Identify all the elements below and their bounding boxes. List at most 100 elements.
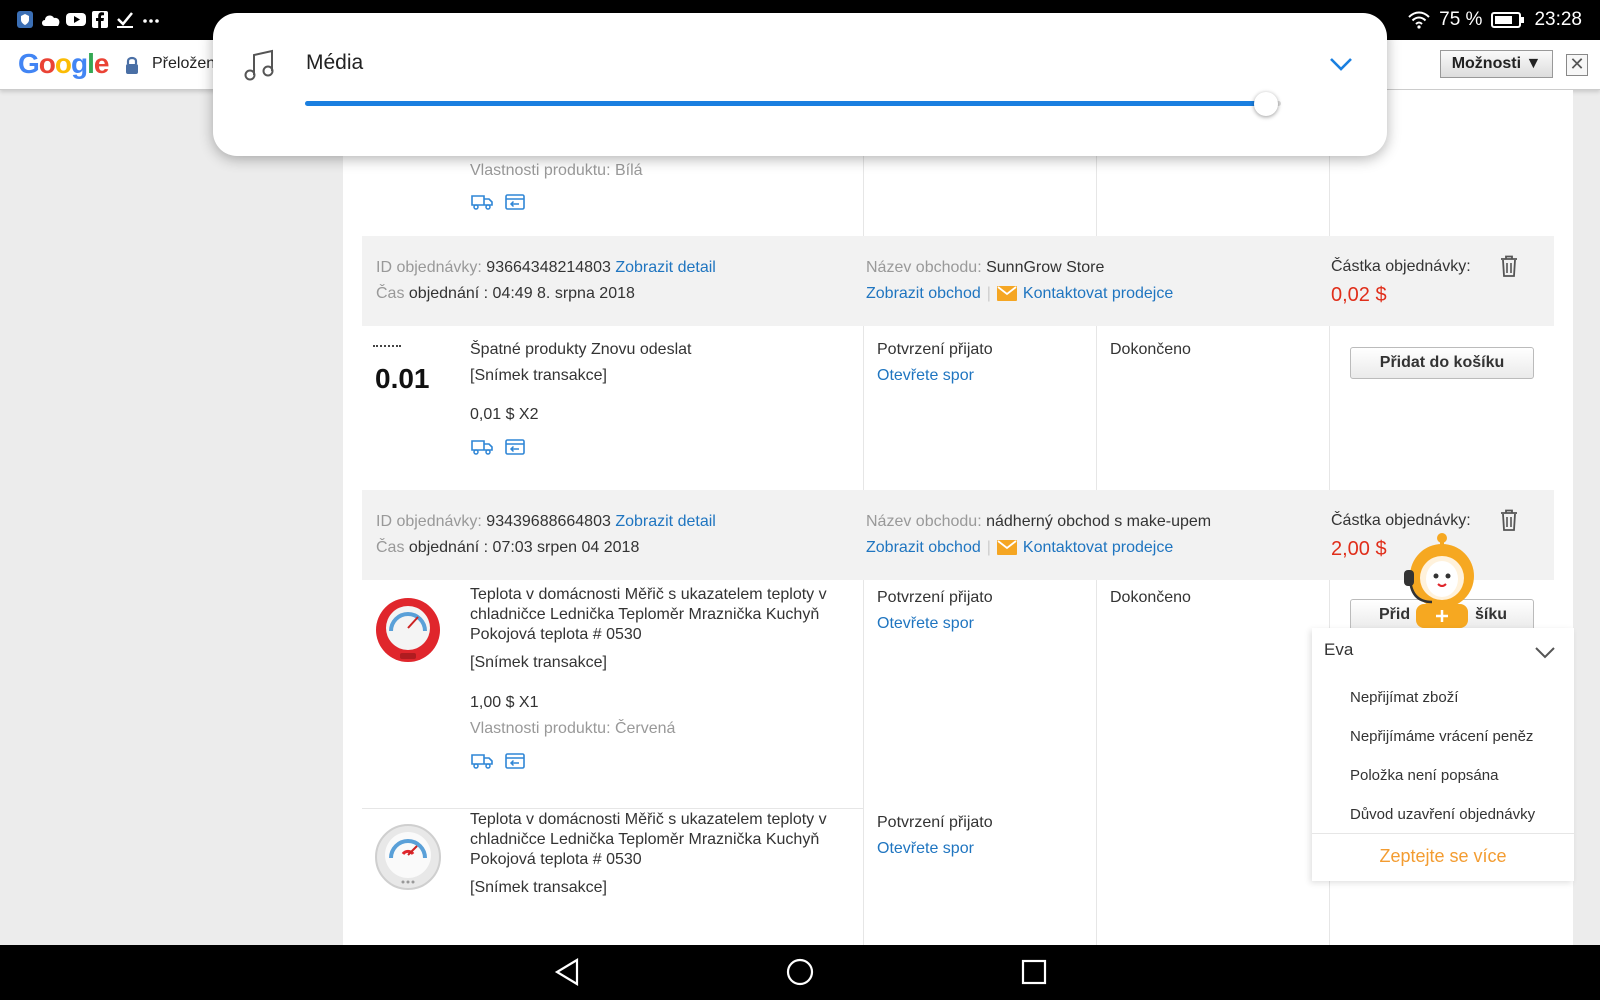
transaction-snapshot-link[interactable]: [Snímek transakce] [470, 875, 607, 901]
shipping-truck-icon[interactable] [471, 193, 493, 210]
return-box-icon[interactable] [505, 752, 525, 769]
help-divider [1312, 833, 1574, 834]
lock-icon [126, 56, 138, 74]
close-translate-button[interactable]: ✕ [1566, 54, 1588, 76]
col-divider [1096, 326, 1097, 490]
view-store-link[interactable]: Zobrazit obchod [866, 285, 981, 302]
view-detail-link[interactable]: Zobrazit detail [615, 513, 716, 530]
order-header: ID objednávky: 93439688664803 Zobrazit d… [362, 490, 1554, 580]
trash-icon[interactable] [1500, 509, 1518, 531]
media-volume-panel: Média [213, 13, 1387, 156]
order-id-label: ID objednávky: [376, 513, 482, 530]
order-time: 07:03 srpen 04 2018 [492, 539, 640, 556]
add-to-cart-button[interactable]: Přidat do košíku [1350, 347, 1534, 379]
open-dispute-link[interactable]: Otevřete spor [877, 363, 974, 389]
product-title[interactable]: Teplota v domácnosti Měřič s ukazatelem … [470, 585, 827, 645]
mail-icon [996, 540, 1017, 556]
product-thumbnail[interactable]: 0.01 [373, 345, 441, 401]
return-box-icon[interactable] [505, 438, 525, 455]
open-dispute-link[interactable]: Otevřete spor [877, 836, 974, 862]
price-quantity: 0,01 $ X2 [470, 406, 539, 423]
order-id: 93439688664803 [486, 513, 611, 530]
ask-more-button[interactable]: Zeptejte se více [1312, 846, 1574, 867]
product-title-line: Teplota v domácnosti Měřič s ukazatelem … [470, 586, 827, 603]
clock: 23:28 [1534, 9, 1582, 30]
order-time-label-2: objednání : [408, 285, 489, 302]
navigation-bar [0, 945, 1600, 1000]
store-name: SunnGrow Store [986, 259, 1105, 276]
thermometer-red-thumbnail[interactable] [373, 595, 443, 665]
facebook-icon [92, 11, 108, 28]
order-time-label: Čas [376, 539, 405, 556]
thermometer-white-thumbnail[interactable] [373, 822, 443, 892]
recent-apps-icon[interactable] [1020, 958, 1048, 986]
wifi-icon [1408, 11, 1430, 29]
help-option[interactable]: Důvod uzavření objednávky [1350, 806, 1535, 823]
product-properties: Vlastnosti produktu: Červená [470, 720, 676, 737]
order-status: Potvrzení přijato [877, 341, 993, 358]
back-icon[interactable] [553, 957, 581, 987]
order-id: 93664348214803 [486, 259, 611, 276]
assistant-name: Eva [1324, 640, 1354, 659]
product-title-line: Pokojová teplota # 0530 [470, 851, 642, 868]
order-amount-label: Částka objednávky: [1331, 512, 1471, 529]
options-button[interactable]: Možnosti ▼ [1440, 50, 1553, 78]
shield-icon [17, 11, 33, 28]
help-option[interactable]: Položka není popsána [1350, 767, 1498, 784]
home-icon[interactable] [785, 957, 815, 987]
battery-icon [1491, 12, 1525, 28]
more-notifications-icon [143, 19, 159, 23]
product-title[interactable]: Špatné produkty Znovu odeslat [470, 337, 691, 363]
order-status: Potvrzení přijato [877, 589, 993, 606]
order-id-label: ID objednávky: [376, 259, 482, 276]
order-state: Dokončeno [1110, 589, 1191, 606]
chevron-down-icon[interactable] [1534, 646, 1556, 660]
cloud-icon [42, 15, 60, 26]
contact-seller-link[interactable]: Kontaktovat prodejce [1023, 285, 1173, 302]
order-amount: 0,02 $ [1331, 284, 1387, 306]
order-status: Potvrzení přijato [877, 814, 993, 831]
open-dispute-link[interactable]: Otevřete spor [877, 611, 974, 637]
volume-slider-fill [305, 101, 1267, 106]
volume-slider-track[interactable] [305, 101, 1281, 106]
checkmark-icon [117, 12, 133, 28]
assistant-robot-icon[interactable] [1398, 532, 1486, 628]
product-title-line: Pokojová teplota # 0530 [470, 626, 642, 643]
youtube-icon [66, 13, 86, 26]
order-time-label-2: objednání : [408, 539, 489, 556]
product-title-line: Teplota v domácnosti Měřič s ukazatelem … [470, 811, 827, 828]
store-name-label: Název obchodu: [866, 513, 982, 530]
help-option[interactable]: Nepřijímat zboží [1350, 689, 1458, 706]
trash-icon[interactable] [1500, 255, 1518, 277]
eva-help-panel: Eva Nepřijímat zboží Nepřijímáme vrácení… [1312, 628, 1574, 881]
shipping-truck-icon[interactable] [471, 438, 493, 455]
translated-label: Přeložen [152, 55, 216, 72]
product-title-line: chladničce Lednička Teploměr Mraznička K… [470, 606, 820, 623]
order-amount-label: Částka objednávky: [1331, 258, 1471, 275]
col-divider [863, 326, 864, 490]
chevron-down-icon[interactable] [1329, 56, 1353, 72]
volume-slider-thumb[interactable] [1254, 92, 1279, 116]
product-title-line: chladničce Lednička Teploměr Mraznička K… [470, 831, 820, 848]
order-state: Dokončeno [1110, 341, 1191, 358]
help-option[interactable]: Nepřijímáme vrácení peněz [1350, 728, 1533, 745]
store-name-label: Název obchodu: [866, 259, 982, 276]
music-note-icon [244, 49, 274, 81]
product-properties: Vlastnosti produktu: Bílá [470, 162, 643, 179]
col-divider [1329, 326, 1330, 490]
thumbnail-price: 0.01 [375, 363, 430, 394]
col-divider [863, 580, 864, 945]
google-logo: Google [18, 48, 109, 79]
product-title[interactable]: Teplota v domácnosti Měřič s ukazatelem … [470, 810, 827, 870]
mail-icon [996, 286, 1017, 302]
transaction-snapshot-link[interactable]: [Snímek transakce] [470, 363, 607, 389]
shipping-truck-icon[interactable] [471, 752, 493, 769]
return-box-icon[interactable] [505, 193, 525, 210]
view-store-link[interactable]: Zobrazit obchod [866, 539, 981, 556]
view-detail-link[interactable]: Zobrazit detail [615, 259, 716, 276]
order-amount: 2,00 $ [1331, 538, 1387, 560]
item-divider [362, 808, 863, 809]
price-quantity: 1,00 $ X1 [470, 694, 539, 711]
transaction-snapshot-link[interactable]: [Snímek transakce] [470, 650, 607, 676]
contact-seller-link[interactable]: Kontaktovat prodejce [1023, 539, 1173, 556]
